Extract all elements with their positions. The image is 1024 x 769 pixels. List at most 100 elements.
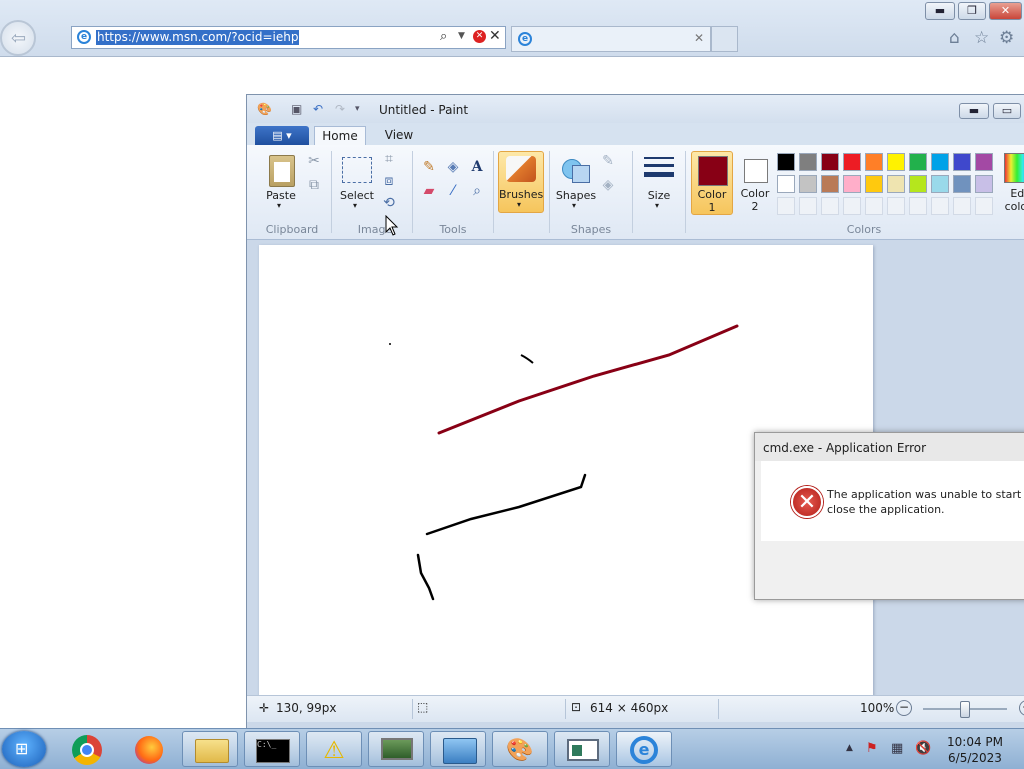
taskbar-chrome[interactable] xyxy=(58,731,114,767)
outline-icon[interactable]: ✎ xyxy=(599,153,617,169)
taskbar-network[interactable] xyxy=(430,731,486,767)
redo-icon[interactable]: ↷ xyxy=(335,103,347,115)
palette-swatch[interactable] xyxy=(953,153,971,171)
restore-button[interactable]: ❐ xyxy=(958,2,986,20)
palette-empty-slot[interactable] xyxy=(909,197,927,215)
taskbar-warning[interactable]: ⚠ xyxy=(306,731,362,767)
palette-swatch[interactable] xyxy=(821,153,839,171)
palette-empty-slot[interactable] xyxy=(821,197,839,215)
taskbar-cmd[interactable]: C:\_ xyxy=(244,731,300,767)
taskbar-firefox[interactable] xyxy=(120,731,176,767)
search-icon[interactable]: ⌕ xyxy=(440,29,447,44)
shapes-button[interactable]: Shapes ▾ xyxy=(555,153,597,213)
network-tray-icon[interactable]: ▦ xyxy=(891,741,903,756)
save-icon[interactable]: ▣ xyxy=(291,103,303,115)
taskbar-explorer[interactable] xyxy=(182,731,238,767)
address-bar[interactable]: e https://www.msn.com/?ocid=iehp ⌕ ▼ ✕ ✕ xyxy=(71,26,506,49)
tab-view[interactable]: View xyxy=(381,126,417,145)
fill-shape-icon[interactable]: ◈ xyxy=(599,177,617,193)
copy-icon[interactable]: ⧉ xyxy=(305,177,323,193)
paint-minimize-button[interactable]: ▬ xyxy=(959,103,989,119)
taskbar-paint[interactable]: 🎨 xyxy=(492,731,548,767)
resize-icon[interactable]: ⧈ xyxy=(380,173,398,189)
palette-swatch[interactable] xyxy=(975,153,993,171)
paste-button[interactable]: Paste ▾ xyxy=(259,153,303,213)
new-tab-button[interactable] xyxy=(711,26,738,52)
color-picker-icon[interactable]: ⁄ xyxy=(444,183,462,199)
palette-empty-slot[interactable] xyxy=(799,197,817,215)
palette-swatch[interactable] xyxy=(931,175,949,193)
gear-icon[interactable]: ⚙ xyxy=(999,28,1014,48)
magnifier-icon[interactable]: ⌕ xyxy=(468,183,486,199)
taskbar-ie[interactable]: e xyxy=(616,731,672,767)
brushes-button[interactable]: Brushes ▾ xyxy=(498,151,544,213)
tab-close-icon[interactable]: ✕ xyxy=(694,31,704,45)
palette-swatch[interactable] xyxy=(865,175,883,193)
size-button[interactable]: Size ▾ xyxy=(639,153,679,213)
rotate-icon[interactable]: ⟲ xyxy=(380,195,398,211)
color2-number: 2 xyxy=(751,200,759,213)
volume-muted-icon[interactable]: 🔇 xyxy=(915,741,931,756)
zoom-slider-thumb[interactable] xyxy=(960,701,970,718)
palette-swatch[interactable] xyxy=(843,175,861,193)
zoom-out-icon[interactable]: − xyxy=(896,700,912,716)
url-text[interactable]: https://www.msn.com/?ocid=iehp xyxy=(96,30,300,45)
stop-icon[interactable]: ✕ xyxy=(473,30,486,43)
palette-swatch[interactable] xyxy=(953,175,971,193)
customize-quick-access-icon[interactable]: ▾ xyxy=(355,103,367,115)
palette-empty-slot[interactable] xyxy=(777,197,795,215)
show-hidden-icons[interactable]: ▲ xyxy=(846,743,853,753)
cut-icon[interactable]: ✂ xyxy=(305,153,323,169)
palette-empty-slot[interactable] xyxy=(931,197,949,215)
home-icon[interactable]: ⌂ xyxy=(949,28,960,48)
close-button[interactable]: ✕ xyxy=(989,2,1022,20)
back-button[interactable]: ⇦ xyxy=(0,20,36,56)
taskbar-window[interactable] xyxy=(554,731,610,767)
eraser-icon[interactable]: ▰ xyxy=(420,183,438,199)
palette-empty-slot[interactable] xyxy=(865,197,883,215)
text-icon[interactable]: A xyxy=(468,159,486,175)
palette-empty-slot[interactable] xyxy=(953,197,971,215)
paint-title: Untitled - Paint xyxy=(379,103,469,117)
undo-icon[interactable]: ↶ xyxy=(313,103,325,115)
select-button[interactable]: Select ▾ xyxy=(337,153,377,213)
palette-swatch[interactable] xyxy=(909,153,927,171)
paint-maximize-button[interactable]: ▭ xyxy=(993,103,1021,119)
palette-empty-slot[interactable] xyxy=(887,197,905,215)
start-button[interactable]: ⊞ xyxy=(2,731,46,767)
star-icon[interactable]: ☆ xyxy=(974,28,989,48)
palette-swatch[interactable] xyxy=(931,153,949,171)
color2-button[interactable]: Color 2 xyxy=(735,151,775,215)
pencil-icon[interactable]: ✎ xyxy=(420,159,438,175)
close-icon[interactable]: ✕ xyxy=(489,28,501,44)
palette-swatch[interactable] xyxy=(821,175,839,193)
palette-swatch[interactable] xyxy=(777,175,795,193)
clock[interactable]: 10:04 PM 6/5/2023 xyxy=(935,734,1015,766)
edit-colors-button[interactable]: Edit colors xyxy=(1001,151,1024,221)
minimize-button[interactable]: ▬ xyxy=(925,2,955,20)
palette-swatch[interactable] xyxy=(799,153,817,171)
palette-swatch[interactable] xyxy=(975,175,993,193)
color1-button[interactable]: Color 1 xyxy=(691,151,733,215)
palette-empty-slot[interactable] xyxy=(975,197,993,215)
palette-empty-slot[interactable] xyxy=(843,197,861,215)
crop-icon[interactable]: ⌗ xyxy=(380,151,398,167)
palette-swatch[interactable] xyxy=(887,175,905,193)
palette-swatch[interactable] xyxy=(887,153,905,171)
palette-swatch[interactable] xyxy=(799,175,817,193)
palette-swatch[interactable] xyxy=(777,153,795,171)
palette-swatch[interactable] xyxy=(843,153,861,171)
action-center-icon[interactable]: ⚑ xyxy=(866,741,878,756)
taskbar-monitor[interactable] xyxy=(368,731,424,767)
zoom-in-icon[interactable]: + xyxy=(1019,700,1024,716)
file-menu-button[interactable]: ▤ ▾ xyxy=(255,126,309,145)
tab-home[interactable]: Home xyxy=(314,126,366,145)
back-arrow-icon: ⇦ xyxy=(11,28,27,49)
dropdown-icon[interactable]: ▼ xyxy=(458,31,465,41)
palette-swatch[interactable] xyxy=(865,153,883,171)
separator xyxy=(331,151,332,233)
fill-icon[interactable]: ◈ xyxy=(444,159,462,175)
palette-swatch[interactable] xyxy=(909,175,927,193)
color-palette xyxy=(777,153,999,219)
browser-tab[interactable]: e ✕ xyxy=(511,26,711,52)
